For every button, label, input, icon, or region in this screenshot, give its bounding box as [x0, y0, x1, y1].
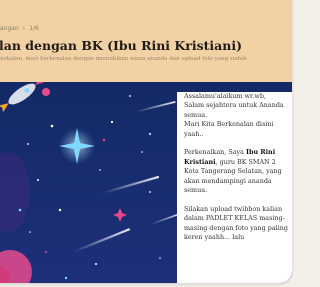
- intro-text: Mari Kita Berkenalan disini yaah..: [184, 120, 274, 138]
- page-subtitle: nekalan, mari berkenalan dengan memubika…: [0, 56, 247, 62]
- instruction-paragraph: Silakan upload twibbon kalian dalam PADL…: [184, 204, 288, 242]
- post-header: angan › 1/6 lan dengan BK (Ibu Rini Kristi…: [0, 0, 292, 82]
- post-body: Assalamu'alaikum wr.wb, Salam sejahtera …: [177, 92, 292, 283]
- lead-text: Perkenalkan, Saya: [184, 148, 246, 157]
- page-title: lan dengan BK (Ibu Rini Kristiani): [0, 38, 243, 53]
- post-card: angan › 1/6 lan dengan BK (Ibu Rini Kristi…: [0, 0, 292, 283]
- breadcrumb: angan › 1/6: [0, 25, 39, 32]
- greeting-paragraph: Assalamu'alaikum wr.wb, Salam sejahtera …: [184, 92, 288, 139]
- breadcrumb-item[interactable]: angan: [0, 25, 19, 32]
- introduction-paragraph: Perkenalkan, Saya Ibu Rini Kristiani, gu…: [184, 148, 288, 195]
- breadcrumb-separator: ›: [22, 25, 26, 32]
- greeting-text: Assalamu'alaikum wr.wb, Salam sejahtera …: [184, 92, 284, 119]
- breadcrumb-page: 1/6: [29, 25, 39, 32]
